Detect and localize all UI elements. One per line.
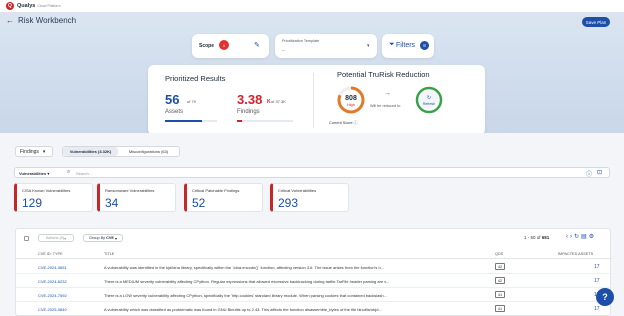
chart-icon[interactable]: ▤ bbox=[581, 234, 589, 240]
cve-link[interactable]: CVE-2024-3651 bbox=[38, 265, 67, 270]
findings-dropdown[interactable]: Findings ▾ bbox=[15, 146, 53, 157]
pagination-info: 1 - 50 of 681 bbox=[524, 235, 550, 240]
impacted-assets-link[interactable]: 17 bbox=[594, 278, 600, 284]
assets-progress-fill bbox=[165, 120, 202, 122]
help-button[interactable]: ? bbox=[596, 288, 614, 306]
chevron-down-icon: ▾ bbox=[42, 148, 46, 155]
prioritization-template-select[interactable]: Prioritization Template -- ▾ bbox=[275, 34, 377, 58]
stat-card-ransomware[interactable]: Ransomware Vulnerabilities 34 bbox=[97, 183, 176, 212]
stat-card-critical-patchable[interactable]: Critical Patchable Findings 52 bbox=[184, 183, 263, 212]
trurisk-gauges: 808 High ↻ Refresh bbox=[337, 86, 443, 114]
refresh-icon[interactable]: ↻ bbox=[574, 234, 581, 240]
column-header-qds[interactable]: QDS bbox=[495, 252, 503, 256]
stat-value: 34 bbox=[105, 196, 119, 210]
findings-progress-fill bbox=[237, 120, 243, 122]
cve-link[interactable]: CVE-2024-7592 bbox=[38, 293, 67, 298]
qds-badge: 42 bbox=[495, 263, 505, 270]
findings-progress-bar bbox=[237, 120, 293, 122]
findings-total: of 37.3K bbox=[271, 99, 286, 104]
filters-label: Filters bbox=[396, 42, 416, 49]
reduced-to-label: Will be reduced to bbox=[370, 104, 401, 108]
findings-table: Actions (0) ▾ Group By CVE ▾ 1 - 50 of 6… bbox=[15, 228, 612, 316]
page-title: Risk Workbench bbox=[18, 16, 77, 25]
column-header-title[interactable]: TITLE bbox=[104, 252, 114, 256]
column-header-cve[interactable]: CVE ID: TYPE bbox=[38, 252, 63, 256]
refresh-icon: ↻ bbox=[427, 95, 431, 101]
brand-subtitle: Cloud Platform bbox=[37, 4, 61, 8]
table-row[interactable]: CVE-2025-0840 A vulnerability which was … bbox=[16, 302, 612, 316]
scope-badge: 1 bbox=[219, 40, 229, 50]
info-icon[interactable]: ⓘ bbox=[354, 121, 358, 125]
prioritized-results-title: Prioritized Results bbox=[165, 74, 226, 83]
current-score-label: Current Score ⓘ bbox=[329, 121, 358, 125]
top-bar: Q Qualys Cloud Platform bbox=[0, 0, 624, 13]
search-input[interactable]: Search... bbox=[76, 171, 92, 176]
cve-link[interactable]: CVE-2024-6232 bbox=[38, 279, 67, 284]
cve-link[interactable]: CVE-2025-0840 bbox=[38, 307, 67, 312]
filters-button[interactable]: ⏷ Filters 8 bbox=[382, 34, 434, 58]
scope-label: Scope bbox=[199, 43, 215, 49]
table-toolbar-icons: ‹›↻▤⚙ bbox=[566, 233, 596, 240]
stat-label: Critical Vulnerabilities bbox=[278, 188, 317, 193]
prioritization-template-value: -- bbox=[282, 47, 285, 52]
current-score-level: High bbox=[347, 103, 355, 107]
prioritization-template-label: Prioritization Template bbox=[282, 39, 320, 43]
arrow-right-icon: → bbox=[384, 90, 391, 97]
current-score-value: 808 bbox=[345, 95, 357, 102]
stat-value: 293 bbox=[278, 196, 299, 210]
stat-label: Ransomware Vulnerabilities bbox=[105, 188, 155, 193]
findings-value: 3.38 bbox=[237, 92, 263, 107]
actions-button[interactable]: Actions (0) ▾ bbox=[38, 234, 74, 242]
stat-value: 129 bbox=[22, 196, 43, 210]
impacted-assets-link[interactable]: 17 bbox=[594, 264, 600, 270]
stat-label: CISA Known Vulnerabilities bbox=[22, 188, 71, 193]
qds-badge: 41 bbox=[495, 291, 505, 298]
group-by-select[interactable]: Group By CVE ▾ bbox=[83, 234, 123, 242]
stat-label: Critical Patchable Findings bbox=[192, 188, 240, 193]
brand-name: Qualys bbox=[17, 3, 36, 9]
results-divider bbox=[313, 73, 314, 128]
assets-value: 56 bbox=[165, 92, 180, 107]
column-header-impacted-assets[interactable]: IMPACTED ASSETS bbox=[558, 252, 593, 256]
export-icon[interactable]: ⊡ bbox=[597, 169, 602, 176]
gear-icon[interactable]: ⚙ bbox=[589, 234, 596, 240]
save-plan-button[interactable]: Save Plan bbox=[582, 17, 610, 27]
table-row[interactable]: CVE-2024-7592 There is a LOW severity vu… bbox=[16, 288, 612, 302]
findings-tabs: Vulnerabilities (3.32K) Misconfiguration… bbox=[62, 146, 180, 157]
refresh-label: Refresh bbox=[423, 102, 435, 106]
table-row[interactable]: CVE-2024-6232 There is a MEDIUM severity… bbox=[16, 274, 612, 288]
search-icon: ⌕ bbox=[67, 169, 71, 175]
table-row[interactable]: CVE-2024-3651 A vulnerability was identi… bbox=[16, 260, 612, 274]
stat-value: 52 bbox=[192, 196, 206, 210]
chevron-down-icon: ▾ bbox=[367, 43, 370, 49]
table-header: CVE ID: TYPE TITLE QDS IMPACTED ASSETS bbox=[16, 250, 612, 259]
stat-card-cisa[interactable]: CISA Known Vulnerabilities 129 bbox=[14, 183, 93, 212]
vuln-title: A vulnerability which was classified as … bbox=[104, 307, 382, 312]
impacted-assets-link[interactable]: 17 bbox=[594, 306, 600, 312]
findings-label: Findings bbox=[237, 109, 260, 115]
pencil-icon[interactable]: ✎ bbox=[254, 41, 260, 49]
tab-vulnerabilities[interactable]: Vulnerabilities (3.32K) bbox=[63, 147, 119, 156]
assets-label: Assets bbox=[165, 109, 184, 115]
back-arrow-icon[interactable]: ← bbox=[6, 16, 14, 25]
help-circle-icon[interactable]: ⓘ bbox=[586, 169, 592, 178]
qds-badge: 42 bbox=[495, 277, 505, 284]
filters-count-badge: 8 bbox=[420, 41, 429, 50]
prioritized-results-card: Prioritized Results 56 of 79 Assets 3.38… bbox=[148, 65, 485, 135]
assets-progress-bar bbox=[165, 120, 217, 122]
search-bar: Vulnerabilities ▾ ⌕ Search... ⓘ ⊡ bbox=[14, 167, 610, 178]
qds-badge: 41 bbox=[495, 305, 505, 312]
vuln-title: A vulnerability was identified in the kj… bbox=[104, 265, 385, 270]
assets-total: of 79 bbox=[187, 99, 196, 104]
funnel-icon: ⏷ bbox=[389, 41, 395, 48]
scope-card[interactable]: Scope 1 ✎ bbox=[192, 34, 269, 58]
select-all-checkbox[interactable] bbox=[24, 236, 29, 241]
vuln-title: There is a MEDIUM severity vulnerability… bbox=[104, 279, 390, 284]
stat-card-critical-vulnerabilities[interactable]: Critical Vulnerabilities 293 bbox=[270, 183, 349, 212]
category-dropdown[interactable]: Vulnerabilities ▾ bbox=[19, 171, 49, 176]
qualys-logo[interactable]: Q bbox=[6, 2, 14, 10]
tab-misconfigurations[interactable]: Misconfigurations (63) bbox=[118, 147, 179, 156]
vuln-title: There is a LOW severity vulnerability af… bbox=[104, 293, 387, 298]
trurisk-title: Potential TruRisk Reduction bbox=[337, 70, 430, 79]
